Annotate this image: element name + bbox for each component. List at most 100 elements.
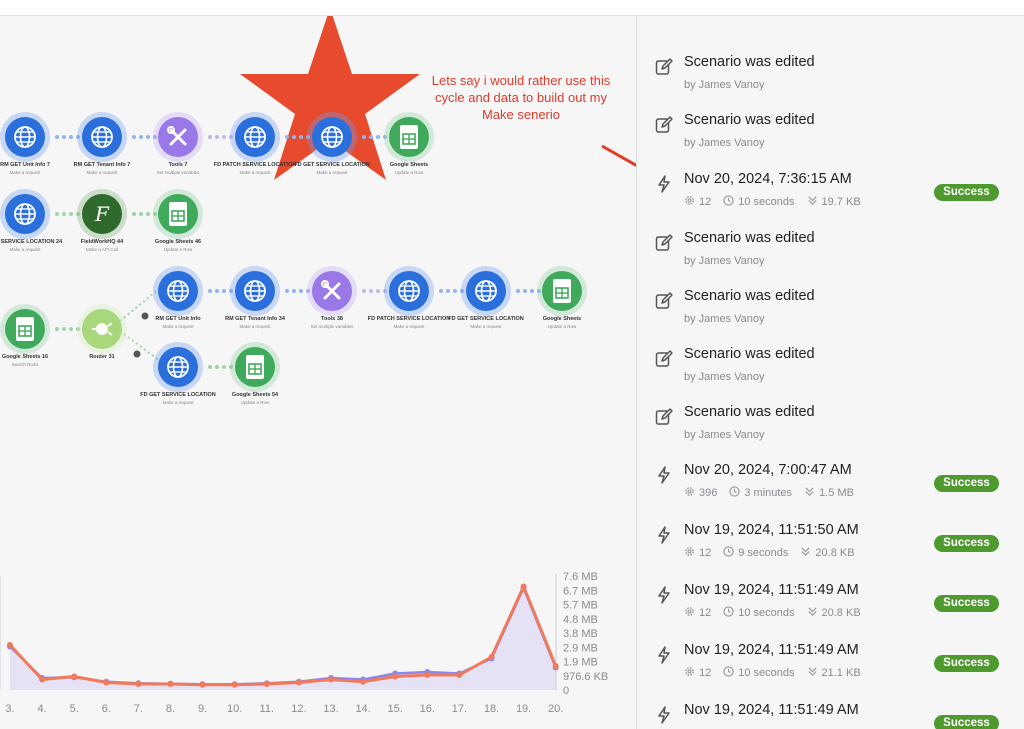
x-tick-label: 8. xyxy=(166,703,175,715)
history-edit-item[interactable]: Scenario was edited by James Vanoy xyxy=(655,54,1015,112)
history-run-item[interactable]: Nov 19, 2024, 11:51:49 AM Success xyxy=(655,702,1015,729)
history-run-item[interactable]: Nov 19, 2024, 11:51:50 AM 12 9 seconds 20.8… xyxy=(655,522,1015,580)
y-tick-label: 6.7 MB xyxy=(563,585,598,597)
history-title: Nov 19, 2024, 11:51:50 AM xyxy=(684,522,859,538)
size-icon xyxy=(804,486,815,500)
data-point[interactable] xyxy=(488,654,495,660)
module-node[interactable] xyxy=(77,304,127,354)
module-label: Google Sheets xyxy=(389,162,429,168)
chart-area xyxy=(10,588,556,690)
bolt-icon xyxy=(655,706,673,724)
edit-icon xyxy=(655,408,673,426)
history-author: by James Vanoy xyxy=(684,255,765,267)
data-point[interactable] xyxy=(7,642,13,648)
history-edit-item[interactable]: Scenario was edited by James Vanoy xyxy=(655,230,1015,288)
bolt-icon xyxy=(655,466,673,484)
data-point[interactable] xyxy=(456,672,463,678)
globe-icon xyxy=(82,117,122,157)
data-point[interactable] xyxy=(520,583,527,590)
data-point[interactable] xyxy=(167,681,174,687)
module-node[interactable] xyxy=(384,112,434,162)
module-label: Google Sheets 46 xyxy=(154,239,202,245)
module-node[interactable] xyxy=(0,112,50,162)
clock-icon xyxy=(729,486,741,500)
data-point[interactable] xyxy=(135,681,142,687)
gear-icon xyxy=(684,195,695,209)
run-duration: 3 minutes xyxy=(744,487,793,499)
data-point[interactable] xyxy=(263,681,270,687)
history-panel[interactable]: Scenario was edited by James Vanoy Scenari… xyxy=(637,16,1024,729)
module-node[interactable] xyxy=(230,112,280,162)
edit-icon xyxy=(655,234,673,252)
run-operations: 396 xyxy=(699,487,718,499)
x-tick-label: 3. xyxy=(5,703,14,715)
module-node[interactable] xyxy=(461,266,511,316)
history-run-item[interactable]: Nov 19, 2024, 11:51:49 AM 12 10 seconds 20.… xyxy=(655,582,1015,640)
bolt-icon xyxy=(655,526,673,544)
data-point[interactable] xyxy=(328,676,334,683)
x-tick-label: 19. xyxy=(516,703,531,715)
module-sublabel: Update a Row xyxy=(163,247,193,252)
run-duration: 10 seconds xyxy=(738,607,795,619)
module-node[interactable] xyxy=(153,112,203,162)
run-meta: 12 10 seconds 19.7 KB xyxy=(684,195,861,209)
module-node[interactable] xyxy=(153,266,203,316)
module-node[interactable] xyxy=(77,112,127,162)
globe-icon xyxy=(158,347,198,387)
bolt-icon xyxy=(655,175,673,193)
module-node[interactable] xyxy=(153,342,203,392)
run-duration: 10 seconds xyxy=(738,196,795,208)
history-edit-item[interactable]: Scenario was edited by James Vanoy xyxy=(655,346,1015,404)
module-node[interactable] xyxy=(307,266,357,316)
module-node[interactable] xyxy=(384,266,434,316)
x-tick-label: 4. xyxy=(38,703,47,715)
size-icon xyxy=(800,546,811,560)
run-size: 20.8 KB xyxy=(815,547,855,559)
data-point[interactable] xyxy=(39,676,46,683)
y-tick-label: 5.7 MB xyxy=(563,600,598,612)
data-point[interactable] xyxy=(360,678,367,685)
module-node[interactable] xyxy=(153,189,203,239)
gear-icon xyxy=(684,606,695,620)
x-tick-label: 17. xyxy=(452,703,467,715)
gear-icon xyxy=(684,666,695,680)
module-node[interactable] xyxy=(230,342,280,392)
router-icon xyxy=(82,309,122,349)
data-point[interactable] xyxy=(295,679,302,686)
module-node[interactable] xyxy=(230,266,280,316)
history-title: Scenario was edited xyxy=(684,288,815,304)
history-run-item[interactable]: Nov 20, 2024, 7:00:47 AM 396 3 minutes 1.5 … xyxy=(655,462,1015,520)
data-point[interactable] xyxy=(103,679,110,686)
x-tick-label: 18. xyxy=(484,703,499,715)
y-tick-label: 4.8 MB xyxy=(563,614,598,626)
bolt-icon xyxy=(655,646,673,664)
data-point[interactable] xyxy=(71,673,78,680)
module-node[interactable] xyxy=(0,189,50,239)
run-operations: 12 xyxy=(699,667,712,679)
history-run-item[interactable]: Nov 20, 2024, 7:36:15 AM 12 10 seconds 19.7… xyxy=(655,171,1015,229)
globe-icon xyxy=(389,271,429,311)
data-point[interactable] xyxy=(231,681,238,688)
data-point[interactable] xyxy=(392,673,399,680)
data-point[interactable] xyxy=(199,681,206,688)
run-size: 21.1 KB xyxy=(821,667,861,679)
status-badge: Success xyxy=(934,184,999,201)
history-author: by James Vanoy xyxy=(684,79,765,91)
history-edit-item[interactable]: Scenario was edited by James Vanoy xyxy=(655,404,1015,462)
module-node[interactable] xyxy=(0,304,50,354)
module-sublabel: Update a Row xyxy=(547,324,577,329)
data-point[interactable] xyxy=(424,672,431,678)
module-node[interactable]: F xyxy=(77,189,127,239)
history-edit-item[interactable]: Scenario was edited by James Vanoy xyxy=(655,288,1015,346)
history-run-item[interactable]: Nov 19, 2024, 11:51:49 AM 12 10 seconds 21.… xyxy=(655,642,1015,700)
run-meta: 12 10 seconds 21.1 KB xyxy=(684,666,861,680)
module-node[interactable] xyxy=(307,112,357,162)
y-tick-label: 3.8 MB xyxy=(563,628,598,640)
edit-icon xyxy=(655,350,673,368)
sheets-icon xyxy=(5,309,45,349)
globe-icon xyxy=(235,117,275,157)
module-node[interactable] xyxy=(537,266,587,316)
history-edit-item[interactable]: Scenario was edited by James Vanoy xyxy=(655,112,1015,170)
x-tick-label: 11. xyxy=(260,703,274,715)
data-point[interactable] xyxy=(552,663,559,669)
